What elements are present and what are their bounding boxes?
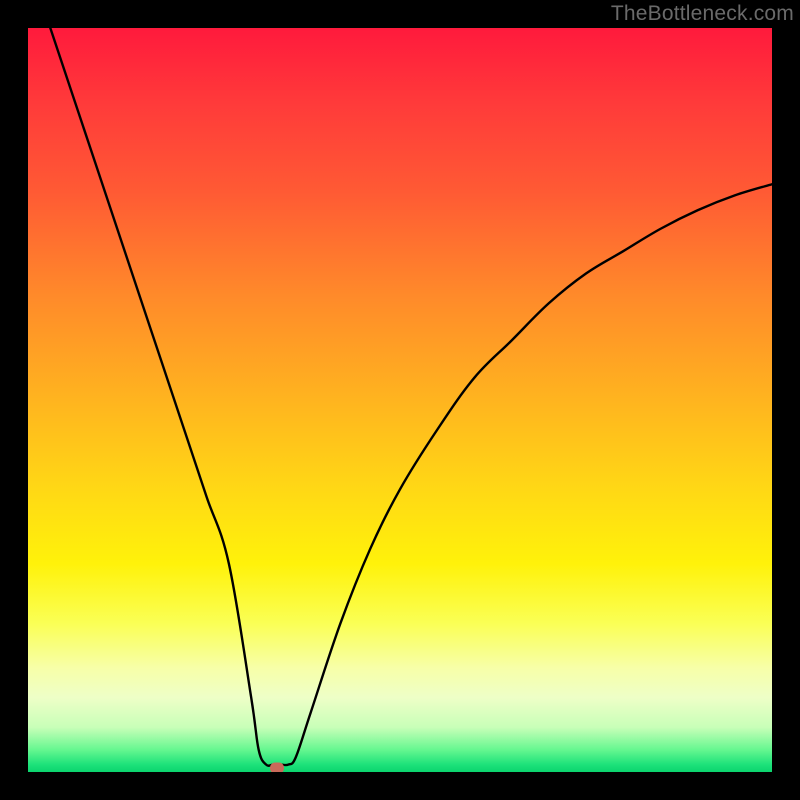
chart-frame: TheBottleneck.com: [0, 0, 800, 800]
bottleneck-curve-path: [50, 28, 772, 766]
optimal-point-marker: [270, 763, 284, 772]
curve-svg: [28, 28, 772, 772]
watermark-text: TheBottleneck.com: [611, 2, 794, 26]
plot-area: [28, 28, 772, 772]
